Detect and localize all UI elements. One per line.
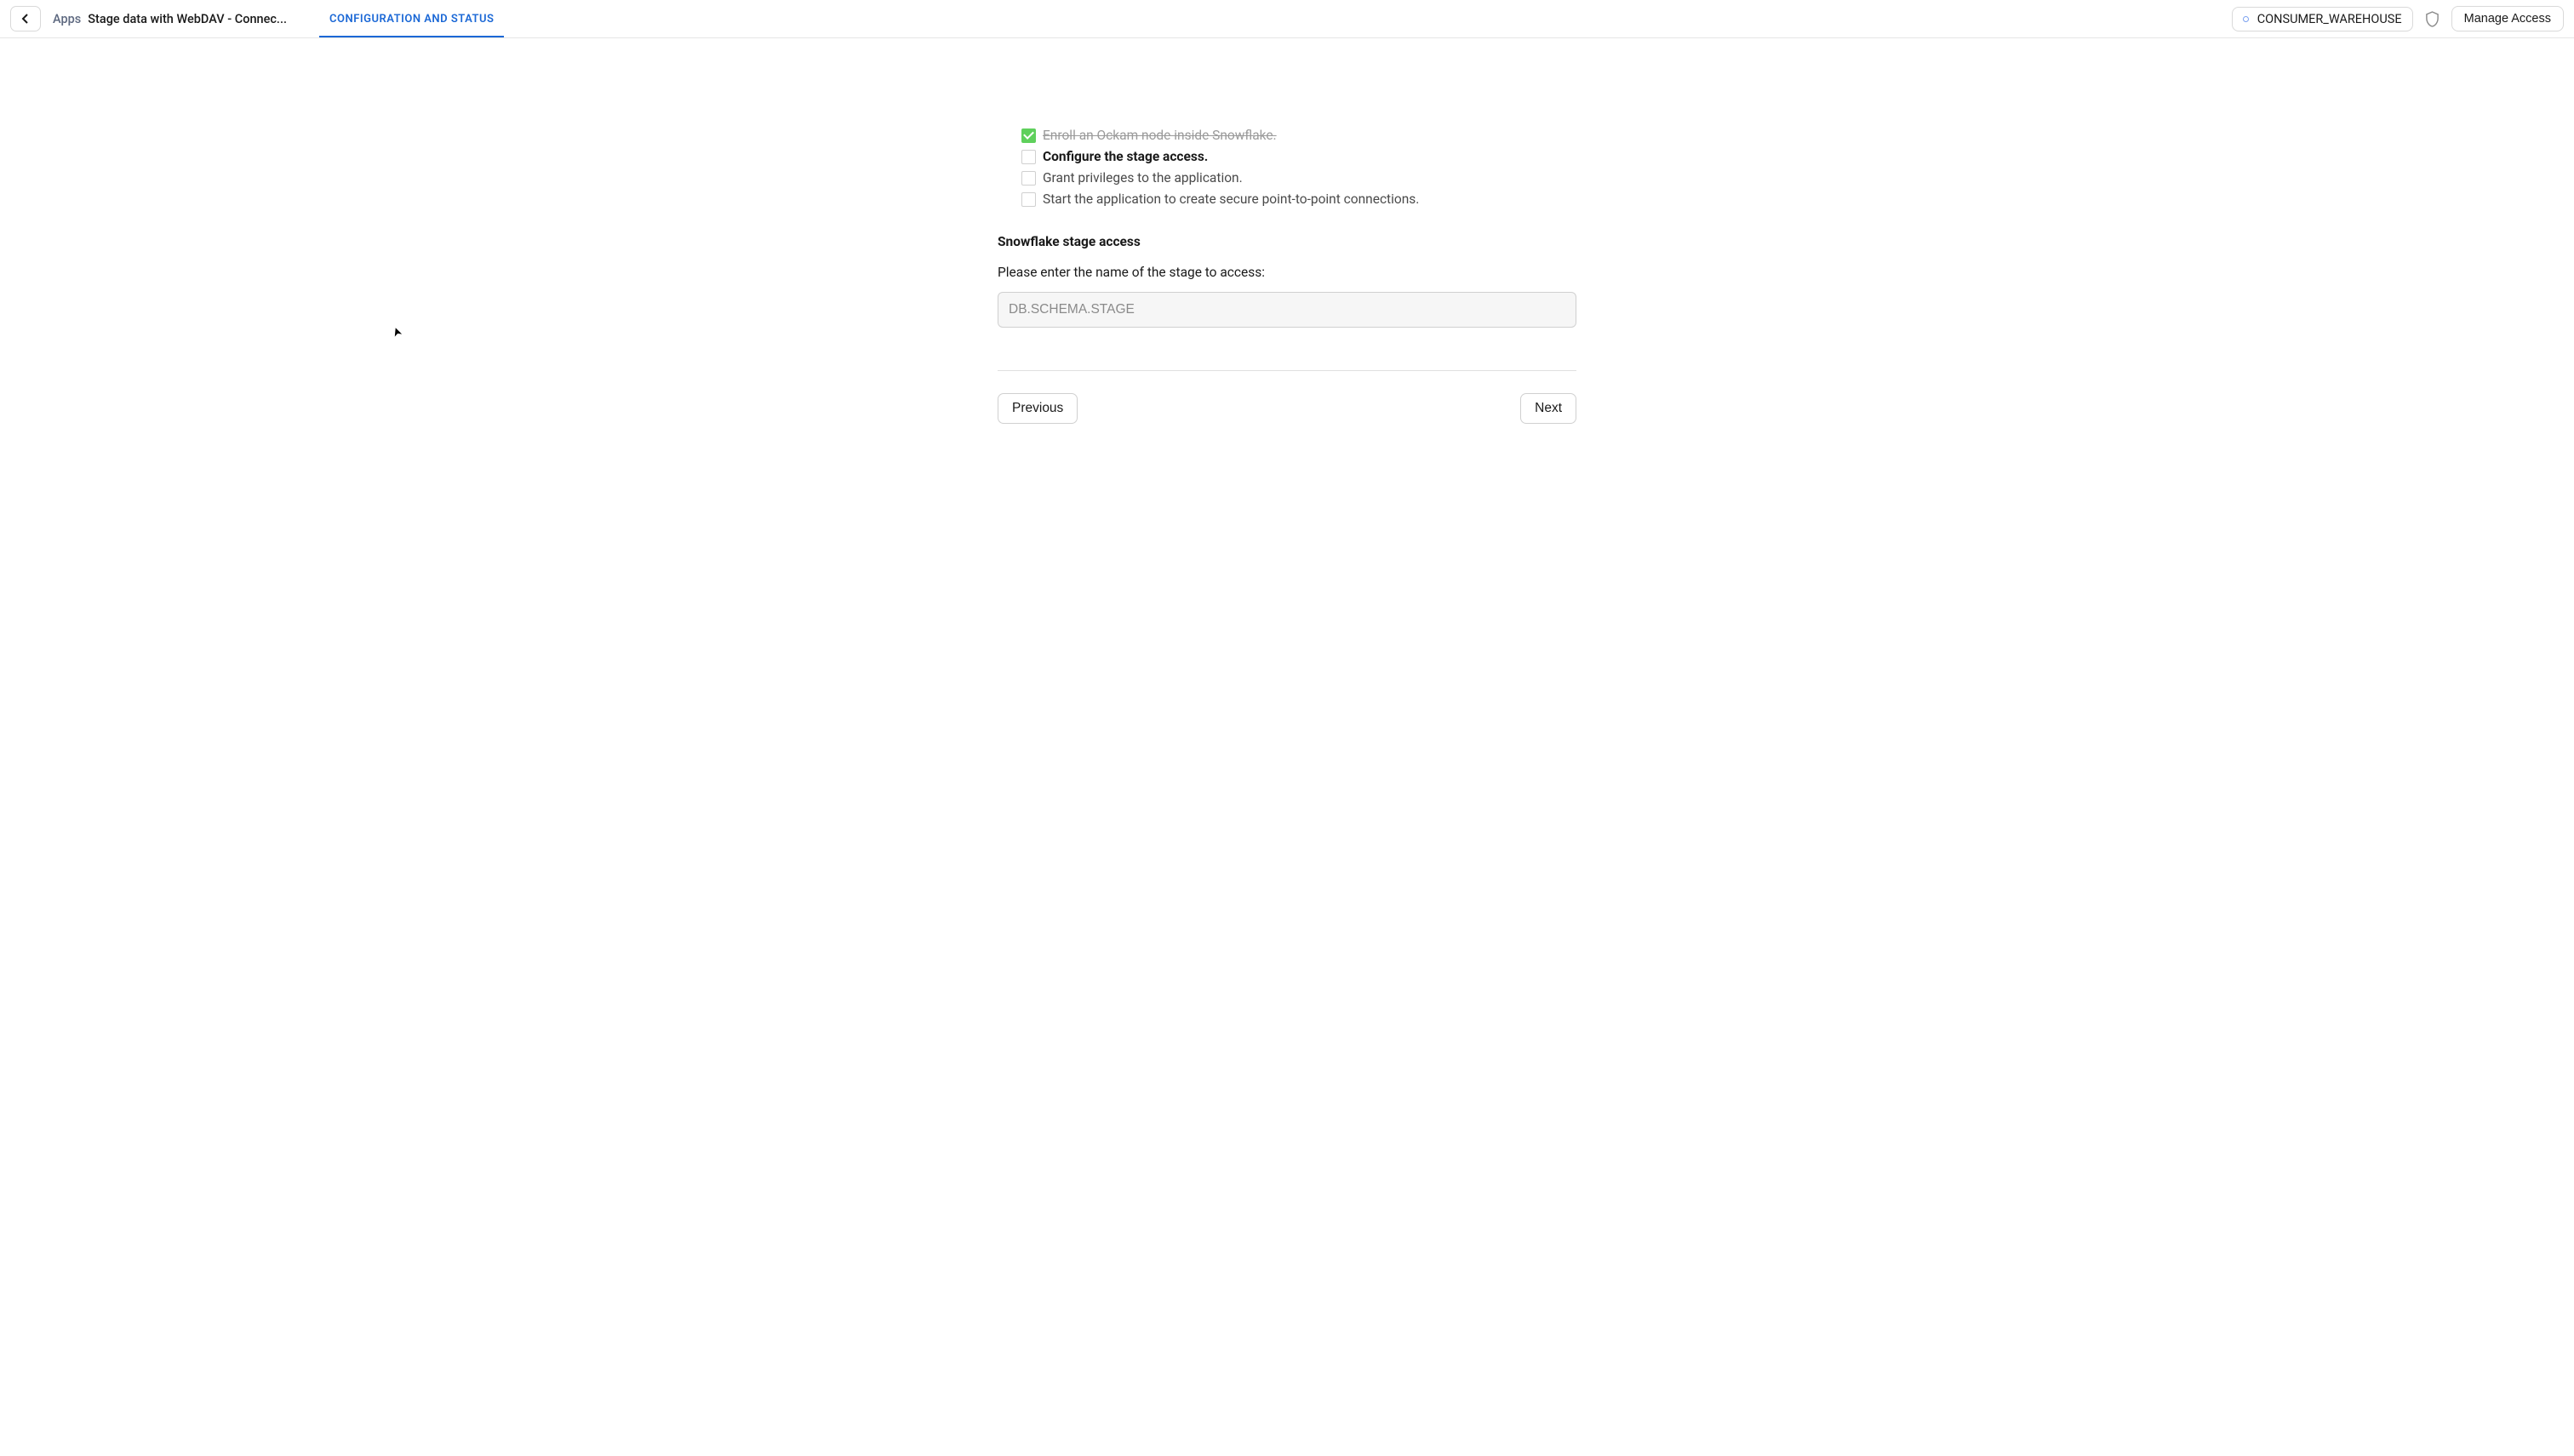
stage-name-input[interactable] xyxy=(998,292,1576,328)
breadcrumb: Apps Stage data with WebDAV - Connec... xyxy=(53,12,287,26)
breadcrumb-apps-link[interactable]: Apps xyxy=(53,12,81,26)
checkbox-unchecked-icon xyxy=(1021,171,1036,186)
checkbox-unchecked-icon xyxy=(1021,192,1036,207)
manage-access-button[interactable]: Manage Access xyxy=(2451,6,2564,31)
section-label: Please enter the name of the stage to ac… xyxy=(998,265,1576,280)
main-content: Enroll an Ockam node inside Snowflake. C… xyxy=(998,38,1576,424)
checkbox-unchecked-icon xyxy=(1021,150,1036,164)
tab-configuration-and-status[interactable]: CONFIGURATION AND STATUS xyxy=(314,0,509,37)
step-item: Start the application to create secure p… xyxy=(1021,191,1576,207)
breadcrumb-current: Stage data with WebDAV - Connec... xyxy=(88,12,287,26)
step-label: Start the application to create secure p… xyxy=(1043,191,1419,207)
step-item: Grant privileges to the application. xyxy=(1021,170,1576,186)
mouse-cursor-icon: ➤ xyxy=(389,325,405,339)
shield-icon[interactable] xyxy=(2425,11,2440,27)
back-button[interactable] xyxy=(10,6,41,31)
step-label: Enroll an Ockam node inside Snowflake. xyxy=(1043,128,1277,143)
nav-buttons: Previous Next xyxy=(998,393,1576,424)
step-item: Enroll an Ockam node inside Snowflake. xyxy=(1021,128,1576,143)
step-label: Configure the stage access. xyxy=(1043,149,1208,164)
tabs: CONFIGURATION AND STATUS xyxy=(314,0,509,37)
page-header: Apps Stage data with WebDAV - Connec... … xyxy=(0,0,2574,38)
previous-button[interactable]: Previous xyxy=(998,393,1078,424)
chevron-left-icon xyxy=(20,14,31,24)
step-item: Configure the stage access. xyxy=(1021,149,1576,164)
warehouse-selector[interactable]: CONSUMER_WAREHOUSE xyxy=(2232,7,2413,31)
next-button[interactable]: Next xyxy=(1520,393,1576,424)
divider xyxy=(998,370,1576,371)
warehouse-status-dot-icon xyxy=(2243,16,2249,22)
section-title: Snowflake stage access xyxy=(998,234,1576,249)
checkbox-checked-icon xyxy=(1021,128,1036,143)
warehouse-name: CONSUMER_WAREHOUSE xyxy=(2257,12,2402,26)
steps-list: Enroll an Ockam node inside Snowflake. C… xyxy=(1021,128,1576,207)
step-label: Grant privileges to the application. xyxy=(1043,170,1243,186)
